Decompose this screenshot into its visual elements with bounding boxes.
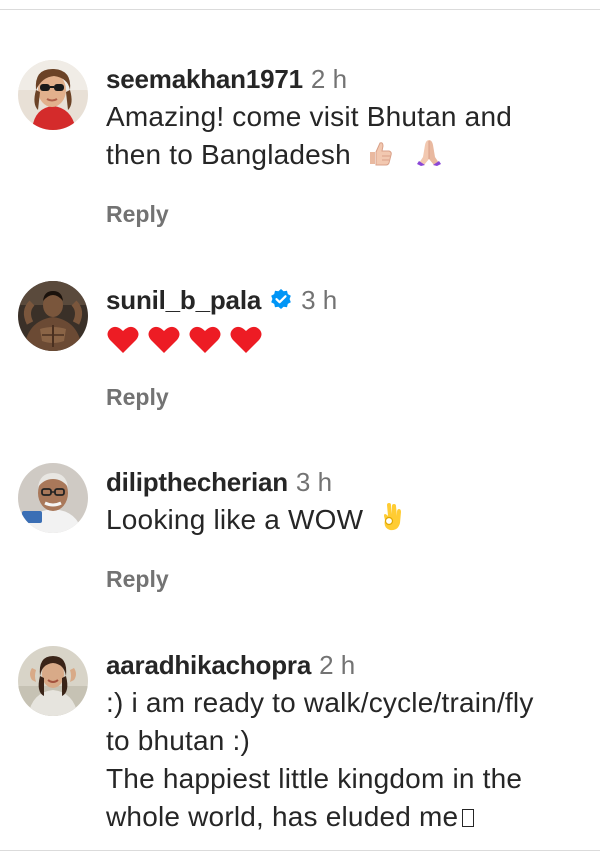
timestamp[interactable]: 3 h	[296, 467, 332, 497]
reply-button[interactable]: Reply	[106, 566, 169, 593]
red-heart-emoji	[229, 325, 263, 355]
avatar[interactable]	[18, 281, 88, 351]
comment-header: seemakhan1971 2 h	[106, 60, 586, 98]
username[interactable]: aaradhikachopra	[106, 650, 311, 680]
thumbs-up-emoji	[365, 139, 393, 177]
timestamp[interactable]: 3 h	[301, 285, 337, 315]
avatar[interactable]	[18, 646, 88, 716]
avatar[interactable]	[18, 60, 88, 130]
comment-content: sunil_b_pala 3 h	[106, 281, 586, 355]
comment-text-line-wrapper: whole world, has eluded me	[106, 798, 586, 836]
comment-text-line-wrapper: Looking like a WOW	[106, 501, 586, 542]
comment-header: dilipthecherian 3 h	[106, 463, 586, 501]
avatar[interactable]	[18, 463, 88, 533]
comment-text: :) i am ready to walk/cycle/train/fly to…	[106, 684, 586, 836]
comment-text-line: :) i am ready to walk/cycle/train/fly	[106, 687, 534, 718]
username[interactable]: dilipthecherian	[106, 467, 288, 497]
top-divider	[0, 9, 600, 10]
comment-text-line: then to Bangladesh	[106, 139, 351, 170]
comment-text-line: Looking like a WOW	[106, 504, 364, 535]
reply-button[interactable]: Reply	[106, 384, 169, 411]
comment-content: aaradhikachopra 2 h :) i am ready to walk…	[106, 646, 586, 836]
comment-text-line: Amazing! come visit Bhutan and	[106, 101, 512, 132]
timestamp[interactable]: 2 h	[319, 650, 355, 680]
red-heart-emoji	[147, 325, 181, 355]
timestamp[interactable]: 2 h	[311, 64, 347, 94]
comment-text-line: whole world, has eluded me	[106, 801, 459, 832]
comment-text: Looking like a WOW	[106, 501, 586, 542]
username[interactable]: sunil_b_pala	[106, 285, 261, 315]
comment-text-line: to bhutan :)	[106, 725, 251, 756]
comment-content: dilipthecherian 3 h Looking like a WOW	[106, 463, 586, 542]
folded-hands-emoji	[415, 137, 443, 177]
comment-emoji-row	[106, 325, 586, 355]
comment-text-line-wrapper: then to Bangladesh	[106, 136, 586, 177]
comment-text: Amazing! come visit Bhutan and then to B…	[106, 98, 586, 177]
red-heart-emoji	[188, 325, 222, 355]
reply-button[interactable]: Reply	[106, 201, 169, 228]
bottom-divider	[0, 850, 600, 851]
missing-glyph-box	[462, 809, 475, 827]
ok-hand-emoji	[381, 502, 403, 542]
comment-text-line: The happiest little kingdom in the	[106, 763, 523, 794]
verified-badge-icon	[269, 284, 293, 309]
red-heart-emoji	[106, 325, 140, 355]
username[interactable]: seemakhan1971	[106, 64, 303, 94]
comment-content: seemakhan1971 2 h Amazing! come visit Bhu…	[106, 60, 586, 177]
comment-header: aaradhikachopra 2 h	[106, 646, 586, 684]
comment-header: sunil_b_pala 3 h	[106, 281, 586, 319]
